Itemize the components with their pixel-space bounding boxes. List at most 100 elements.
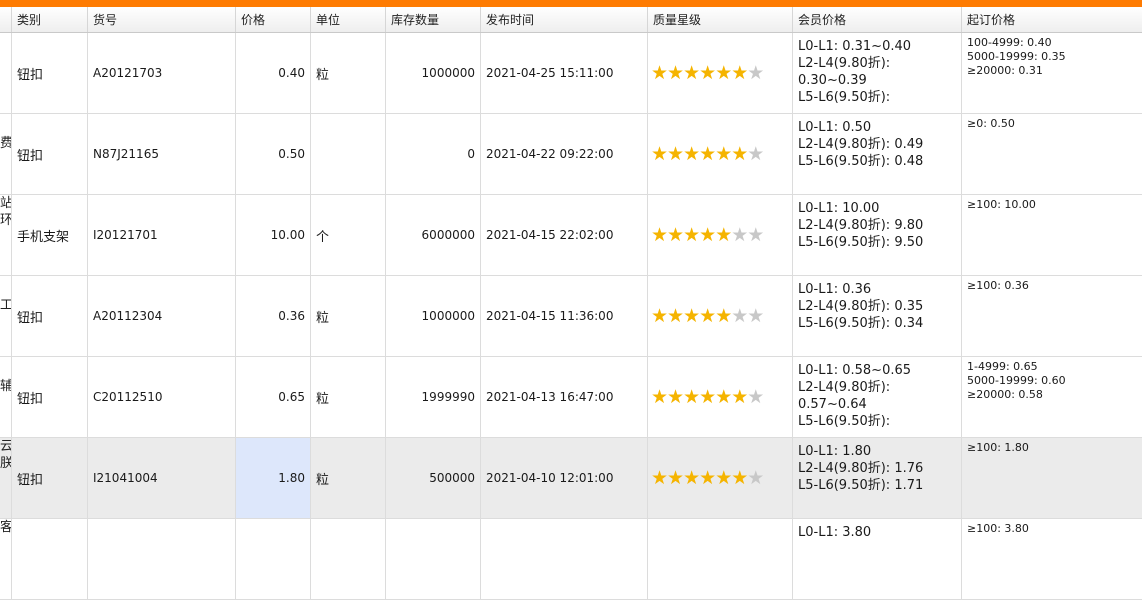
star-icon: ★: [699, 223, 716, 246]
price-cell[interactable]: 1.80: [236, 438, 311, 518]
category-cell[interactable]: 钮扣: [12, 114, 88, 194]
price-cell[interactable]: 10.00: [236, 195, 311, 275]
category-cell-text: 钮扣: [17, 472, 44, 488]
quality-cell[interactable]: ★★★★★★★: [648, 33, 793, 113]
table-row[interactable]: 工钮扣 A20112304 0.36 粒 1000000 2021-04-15 11:36…: [0, 276, 1142, 357]
quality-cell[interactable]: ★★★★★★★: [648, 438, 793, 518]
publish-time-cell[interactable]: 2021-04-15 11:36:00: [481, 276, 648, 356]
header-publish-time[interactable]: 发布时间: [481, 7, 648, 32]
left-cut-cell: 站 环: [0, 195, 12, 275]
star-rating: ★★★★★★★: [648, 385, 764, 408]
moq-price-cell[interactable]: 100-4999: 0.40 5000-19999: 0.35 ≥20000: 0.…: [962, 33, 1142, 113]
unit-cell[interactable]: 粒: [311, 33, 386, 113]
top-accent-bar: [0, 0, 1142, 7]
category-cell[interactable]: [12, 519, 88, 599]
moq-price-cell[interactable]: ≥100: 3.80: [962, 519, 1142, 599]
member-price-cell[interactable]: L0-L1: 0.58~0.65 L2-L4(9.80折): 0.57~0.64 L5…: [793, 357, 962, 437]
publish-time-cell[interactable]: 2021-04-13 16:47:00: [481, 357, 648, 437]
price-cell[interactable]: 0.65: [236, 357, 311, 437]
category-cell[interactable]: 钮扣: [12, 276, 88, 356]
table-row[interactable]: 客 L0-L1: 3.80 ≥100: 3.80: [0, 519, 1142, 600]
header-stock[interactable]: 库存数量: [386, 7, 481, 32]
quality-cell[interactable]: ★★★★★★★: [648, 195, 793, 275]
price-cell[interactable]: [236, 519, 311, 599]
member-price-line: L0-L1: 0.36: [798, 282, 872, 297]
publish-time-cell[interactable]: 2021-04-22 09:22:00: [481, 114, 648, 194]
moq-price-cell[interactable]: ≥100: 10.00: [962, 195, 1142, 275]
star-icon: ★: [715, 61, 732, 84]
stock-cell-text: 0: [467, 147, 475, 161]
unit-cell[interactable]: 粒: [311, 438, 386, 518]
stock-cell[interactable]: 1000000: [386, 33, 481, 113]
item-no-cell[interactable]: [88, 519, 236, 599]
category-cell-text: 手机支架: [17, 229, 70, 245]
header-unit[interactable]: 单位: [311, 7, 386, 32]
stock-cell[interactable]: 6000000: [386, 195, 481, 275]
quality-cell[interactable]: ★★★★★★★: [648, 114, 793, 194]
price-cell[interactable]: 0.50: [236, 114, 311, 194]
category-cell-text: 钮扣: [17, 148, 44, 164]
price-cell[interactable]: 0.40: [236, 33, 311, 113]
stock-cell[interactable]: 1000000: [386, 276, 481, 356]
item-no-cell[interactable]: A20112304: [88, 276, 236, 356]
table-row[interactable]: 辅钮扣 C20112510 0.65 粒 1999990 2021-04-13 16:47…: [0, 357, 1142, 438]
header-price[interactable]: 价格: [236, 7, 311, 32]
quality-cell[interactable]: ★★★★★★★: [648, 276, 793, 356]
category-cell[interactable]: 钮扣: [12, 357, 88, 437]
item-no-cell[interactable]: I21041004: [88, 438, 236, 518]
table-row[interactable]: 云 朕钮扣 I21041004 1.80 粒 500000 2021-04-10 12:0…: [0, 438, 1142, 519]
category-cell[interactable]: 钮扣: [12, 438, 88, 518]
header-quality[interactable]: 质量星级: [648, 7, 793, 32]
moq-price-cell[interactable]: 1-4999: 0.65 5000-19999: 0.60 ≥20000: 0.58: [962, 357, 1142, 437]
star-icon: ★: [747, 142, 764, 165]
header-category[interactable]: 类别: [12, 7, 88, 32]
item-no-cell[interactable]: I20121701: [88, 195, 236, 275]
item-no-cell[interactable]: C20112510: [88, 357, 236, 437]
price-cell[interactable]: 0.36: [236, 276, 311, 356]
table-row[interactable]: 钮扣 A20121703 0.40 粒 1000000 2021-04-25 15:11:…: [0, 33, 1142, 114]
stock-cell[interactable]: 0: [386, 114, 481, 194]
unit-cell[interactable]: 粒: [311, 357, 386, 437]
header-member-price[interactable]: 会员价格: [793, 7, 962, 32]
quality-cell[interactable]: [648, 519, 793, 599]
member-price-line: L2-L4(9.80折):: [798, 56, 891, 71]
member-price-cell[interactable]: L0-L1: 3.80: [793, 519, 962, 599]
moq-price-cell[interactable]: ≥0: 0.50: [962, 114, 1142, 194]
header-cut-column: [0, 7, 12, 32]
unit-cell[interactable]: 个: [311, 195, 386, 275]
header-moq-price[interactable]: 起订价格: [962, 7, 1142, 32]
category-cell[interactable]: 钮扣: [12, 33, 88, 113]
publish-time-cell[interactable]: 2021-04-15 22:02:00: [481, 195, 648, 275]
table-row[interactable]: 站 环手机支架 I20121701 10.00 个 6000000 2021-04-15 …: [0, 195, 1142, 276]
member-price-cell[interactable]: L0-L1: 0.50 L2-L4(9.80折): 0.49 L5-L6(9.50折…: [793, 114, 962, 194]
member-price-line: 0.30~0.39: [798, 73, 867, 88]
member-price-cell[interactable]: L0-L1: 0.31~0.40 L2-L4(9.80折): 0.30~0.39 L5…: [793, 33, 962, 113]
table-row[interactable]: 费钮扣 N87J21165 0.50 0 2021-04-22 09:22:00 ★★★★…: [0, 114, 1142, 195]
stock-cell[interactable]: 1999990: [386, 357, 481, 437]
star-icon: ★: [651, 223, 668, 246]
moq-price-cell[interactable]: ≥100: 1.80: [962, 438, 1142, 518]
stock-cell[interactable]: [386, 519, 481, 599]
stock-cell[interactable]: 500000: [386, 438, 481, 518]
publish-time-cell[interactable]: [481, 519, 648, 599]
unit-cell[interactable]: 粒: [311, 276, 386, 356]
header-item-no[interactable]: 货号: [88, 7, 236, 32]
unit-cell[interactable]: [311, 114, 386, 194]
member-price-cell[interactable]: L0-L1: 10.00 L2-L4(9.80折): 9.80 L5-L6(9.50…: [793, 195, 962, 275]
quality-cell[interactable]: ★★★★★★★: [648, 357, 793, 437]
unit-cell[interactable]: [311, 519, 386, 599]
left-cut-cell: 费: [0, 114, 12, 194]
member-price-line: L5-L6(9.50折): 9.50: [798, 235, 924, 250]
left-cut-fragment: 费: [0, 136, 12, 151]
member-price-cell[interactable]: L0-L1: 1.80 L2-L4(9.80折): 1.76 L5-L6(9.50折…: [793, 438, 962, 518]
publish-time-cell[interactable]: 2021-04-10 12:01:00: [481, 438, 648, 518]
category-cell[interactable]: 手机支架: [12, 195, 88, 275]
member-price-line: L0-L1: 0.31~0.40: [798, 39, 912, 54]
item-no-cell-text: A20112304: [93, 309, 163, 323]
publish-time-cell[interactable]: 2021-04-25 15:11:00: [481, 33, 648, 113]
member-price-cell[interactable]: L0-L1: 0.36 L2-L4(9.80折): 0.35 L5-L6(9.50折…: [793, 276, 962, 356]
item-no-cell[interactable]: N87J21165: [88, 114, 236, 194]
moq-price-cell[interactable]: ≥100: 0.36: [962, 276, 1142, 356]
item-no-cell[interactable]: A20121703: [88, 33, 236, 113]
star-icon: ★: [747, 385, 764, 408]
